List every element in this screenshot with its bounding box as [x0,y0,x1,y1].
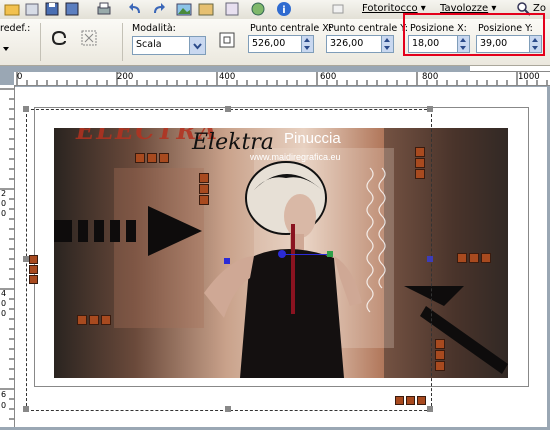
image-icon[interactable] [176,1,192,17]
center-y-spinner[interactable] [381,36,393,52]
photo-icon[interactable] [198,1,214,17]
ruler-label-0: 0 [17,72,23,82]
ruler-label-600: 600 [320,72,337,82]
svg-text:i: i [282,5,285,16]
selection-handle[interactable] [225,406,231,412]
tool-options-bar: redef.: Modalità: Scala Punto centrale X… [0,13,550,66]
ruler-label-800: 800 [422,72,439,82]
vruler-label: 2 [1,189,7,198]
redo-icon[interactable] [150,1,166,17]
selection-handle[interactable] [23,106,29,112]
bead-group [456,252,492,267]
horizontal-ruler: 0 200 400 600 800 1000 [14,72,550,86]
save-icon[interactable] [44,1,60,17]
selection-handle[interactable] [427,106,433,112]
browse-icon[interactable] [24,1,40,17]
mode-label: Modalità: [132,23,176,34]
center-point-icon[interactable] [218,31,236,49]
vruler-label: 4 [1,289,7,298]
center-y-label: Punto centrale Y: [328,23,408,34]
ruler-ticks [16,72,548,85]
transform-reset-icon[interactable] [80,29,98,47]
ruler-label-1000: 1000 [518,72,540,82]
preset-dropdown-arrow[interactable] [0,41,16,57]
print-icon[interactable] [96,1,112,17]
vruler-label: 0 [1,309,7,318]
ruler-label-400: 400 [219,72,236,82]
rotation-handle[interactable] [327,251,333,257]
save-as-icon[interactable] [64,1,80,17]
vertical-ruler: 2 0 0 4 0 0 6 0 [0,85,15,427]
preset-label: redef.: [0,23,31,34]
selection-handle[interactable] [225,106,231,112]
selection-handle[interactable] [427,406,433,412]
mode-select-value: Scala [136,39,162,50]
vruler-label: 6 [1,390,7,399]
undo-icon[interactable] [128,1,144,17]
rotation-line [282,254,332,255]
info-icon[interactable]: i [276,1,292,17]
selection-handle[interactable] [23,256,29,262]
center-x-spinner[interactable] [301,36,313,52]
bead-group [434,338,445,372]
vruler-label: 0 [1,199,7,208]
vruler-label: 0 [1,299,7,308]
transform-icon[interactable] [224,1,240,17]
vruler-ticks [0,88,14,420]
vruler-label: 0 [1,401,7,410]
center-y-value: 326,00 [330,38,364,49]
share-icon[interactable] [250,1,266,17]
selection-handle[interactable] [23,406,29,412]
pivot-handle[interactable] [224,258,230,264]
folder-icon[interactable] [4,1,20,17]
center-y-input[interactable]: 326,00 [326,35,394,53]
mode-select[interactable]: Scala [132,36,206,55]
center-x-input[interactable]: 526,00 [248,35,314,53]
selection-handle[interactable] [427,256,433,262]
vruler-label: 0 [1,209,7,218]
center-x-value: 526,00 [252,38,286,49]
center-x-label: Punto centrale X: [250,23,332,34]
center-point-handle[interactable] [278,250,286,258]
chevron-down-icon[interactable] [189,37,205,54]
eraser-icon[interactable] [330,1,346,17]
ruler-label-200: 200 [117,72,134,82]
highlight-box [403,13,545,56]
reset-icon[interactable] [50,29,68,47]
